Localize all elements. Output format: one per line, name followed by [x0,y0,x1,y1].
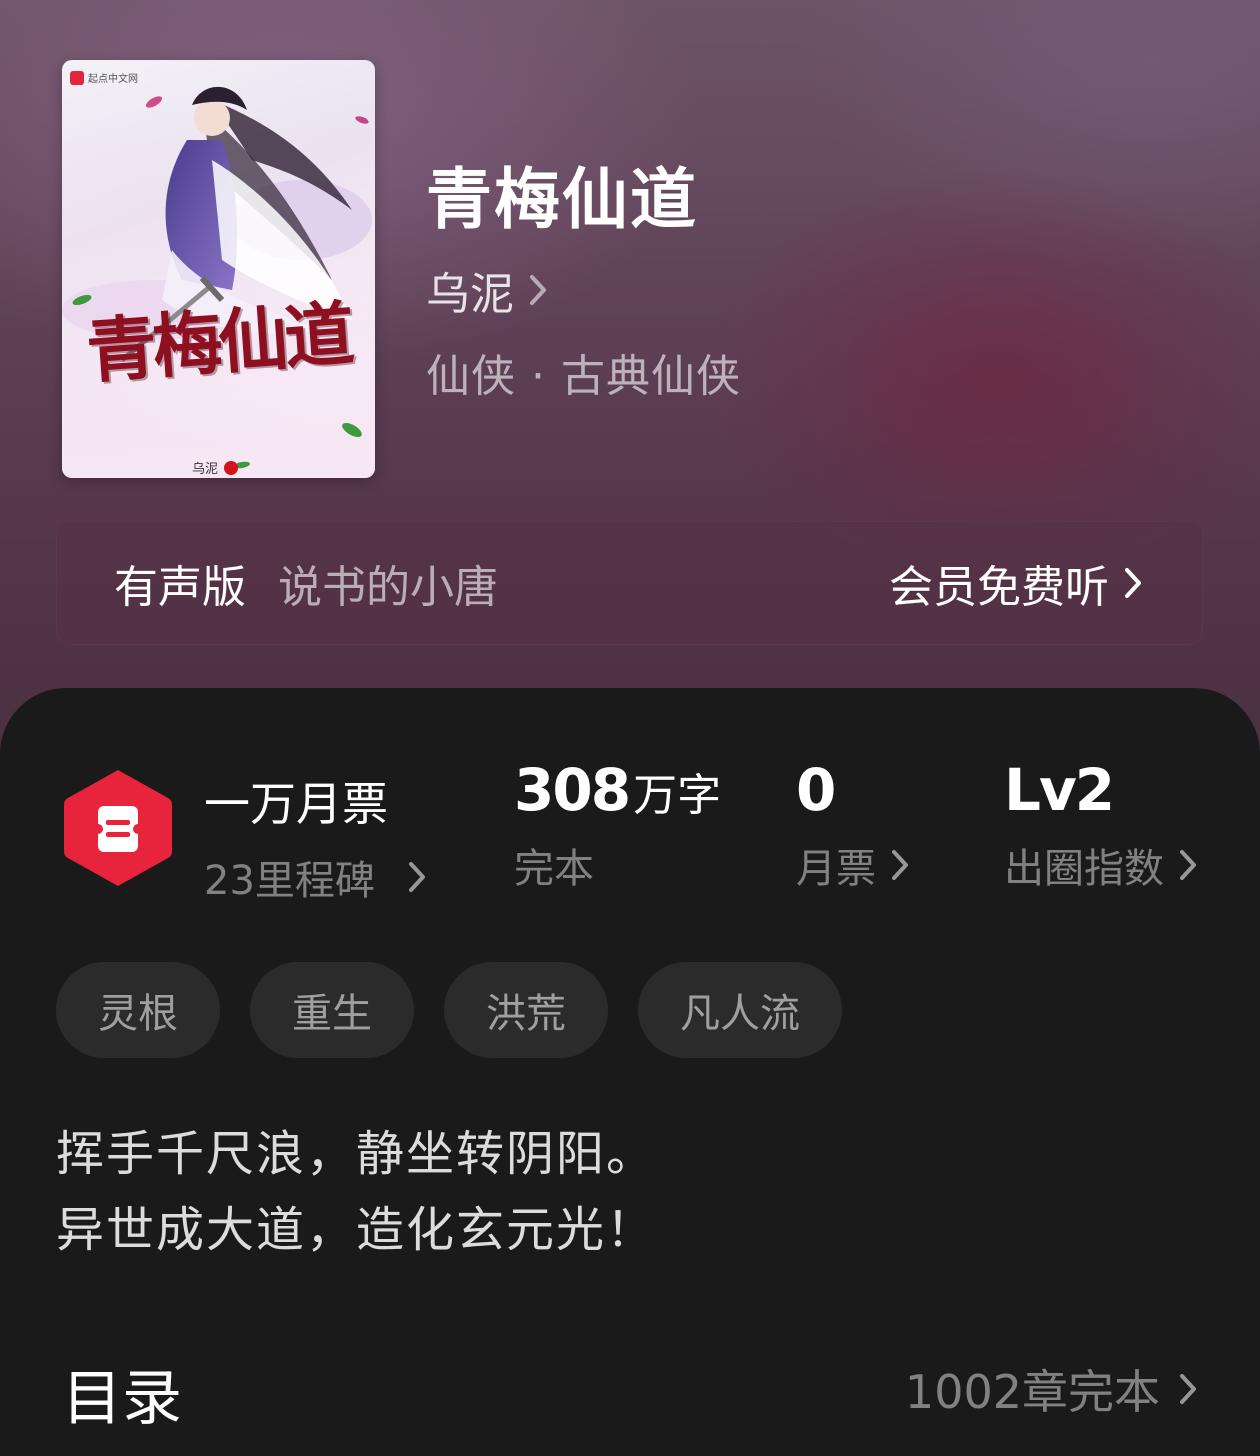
tag-list: 灵根 重生 洪荒 凡人流 [56,962,842,1058]
cover-author-name: 乌泥 [192,462,219,477]
monthly-ticket-label-row: 月票 [796,836,910,894]
toc-title: 目录 [62,1364,182,1434]
word-count-value: 308 [514,756,631,824]
intro-line: 挥手千尺浪，静坐转阴阳。 [56,1126,657,1182]
intro-line: 异世成大道，造化玄元光！ [56,1202,657,1258]
tag-chip[interactable]: 凡人流 [638,962,842,1058]
monthly-ticket-value: 0 [796,756,836,824]
chevron-right-icon [892,850,908,880]
toc-link[interactable]: 1002章完本 [905,1356,1198,1422]
word-count-unit: 万字 [633,770,722,821]
completion-status: 完本 [514,846,594,892]
author-link[interactable]: 乌泥 [426,258,548,322]
audio-version-bar[interactable]: 有声版 说书的小唐 会员免费听 [56,521,1203,645]
ticket-milestone-count: 23里程碑 [204,858,375,904]
book-cover[interactable]: 起点中文网 青梅仙道 乌泥 [62,60,375,478]
audio-label: 有声版 [114,562,246,613]
seal-icon [224,460,239,475]
audio-narrator: 说书的小唐 [278,562,498,613]
book-intro[interactable]: 挥手千尺浪，静坐转阴阳。 异世成大道，造化玄元光！ [56,1116,656,1268]
book-title: 青梅仙道 [426,160,698,238]
chevron-right-icon [1125,568,1141,598]
ticket-milestone-title: 一万月票 [204,777,388,831]
cover-illustration [62,60,375,478]
book-detail-page: 起点中文网 青梅仙道 乌泥 青梅仙道 乌泥 仙侠 · 古典仙侠 有声版 说书的小… [0,0,1260,1456]
stat-monthly-tickets[interactable]: 0 月票 [796,756,910,894]
chapter-count: 1002章完本 [904,1365,1160,1419]
chevron-right-icon [1180,1374,1196,1404]
monthly-ticket-badge-icon[interactable] [62,766,174,890]
stat-ticket-milestone[interactable]: 一万月票 23里程碑 [204,768,427,906]
cover-author: 乌泥 [192,458,239,477]
tag-chip[interactable]: 灵根 [56,962,220,1058]
popularity-level-label-row: 出圈指数 [1004,836,1198,894]
member-free-listen-label: 会员免费听 [889,562,1109,613]
chevron-right-icon [408,862,425,892]
chevron-right-icon [1180,850,1196,880]
stat-popularity-level[interactable]: Lv2 出圈指数 [1004,756,1198,894]
tag-chip[interactable]: 洪荒 [444,962,608,1058]
word-count-row: 308万字 [514,756,721,824]
ticket-milestone-sub: 23里程碑 [204,848,427,906]
publisher-logo-icon [70,70,84,85]
stat-word-count: 308万字 完本 [514,756,721,894]
popularity-level-label: 出圈指数 [1004,846,1164,892]
genre-label: 仙侠 · 古典仙侠 [426,351,741,402]
publisher-logo: 起点中文网 [70,70,138,85]
author-name: 乌泥 [426,269,514,320]
monthly-ticket-label: 月票 [796,846,876,892]
member-free-listen-button[interactable]: 会员免费听 [889,551,1143,615]
chevron-right-icon [530,275,546,305]
popularity-level-value: Lv2 [1004,756,1115,824]
tag-chip[interactable]: 重生 [250,962,414,1058]
publisher-name: 起点中文网 [88,74,138,85]
